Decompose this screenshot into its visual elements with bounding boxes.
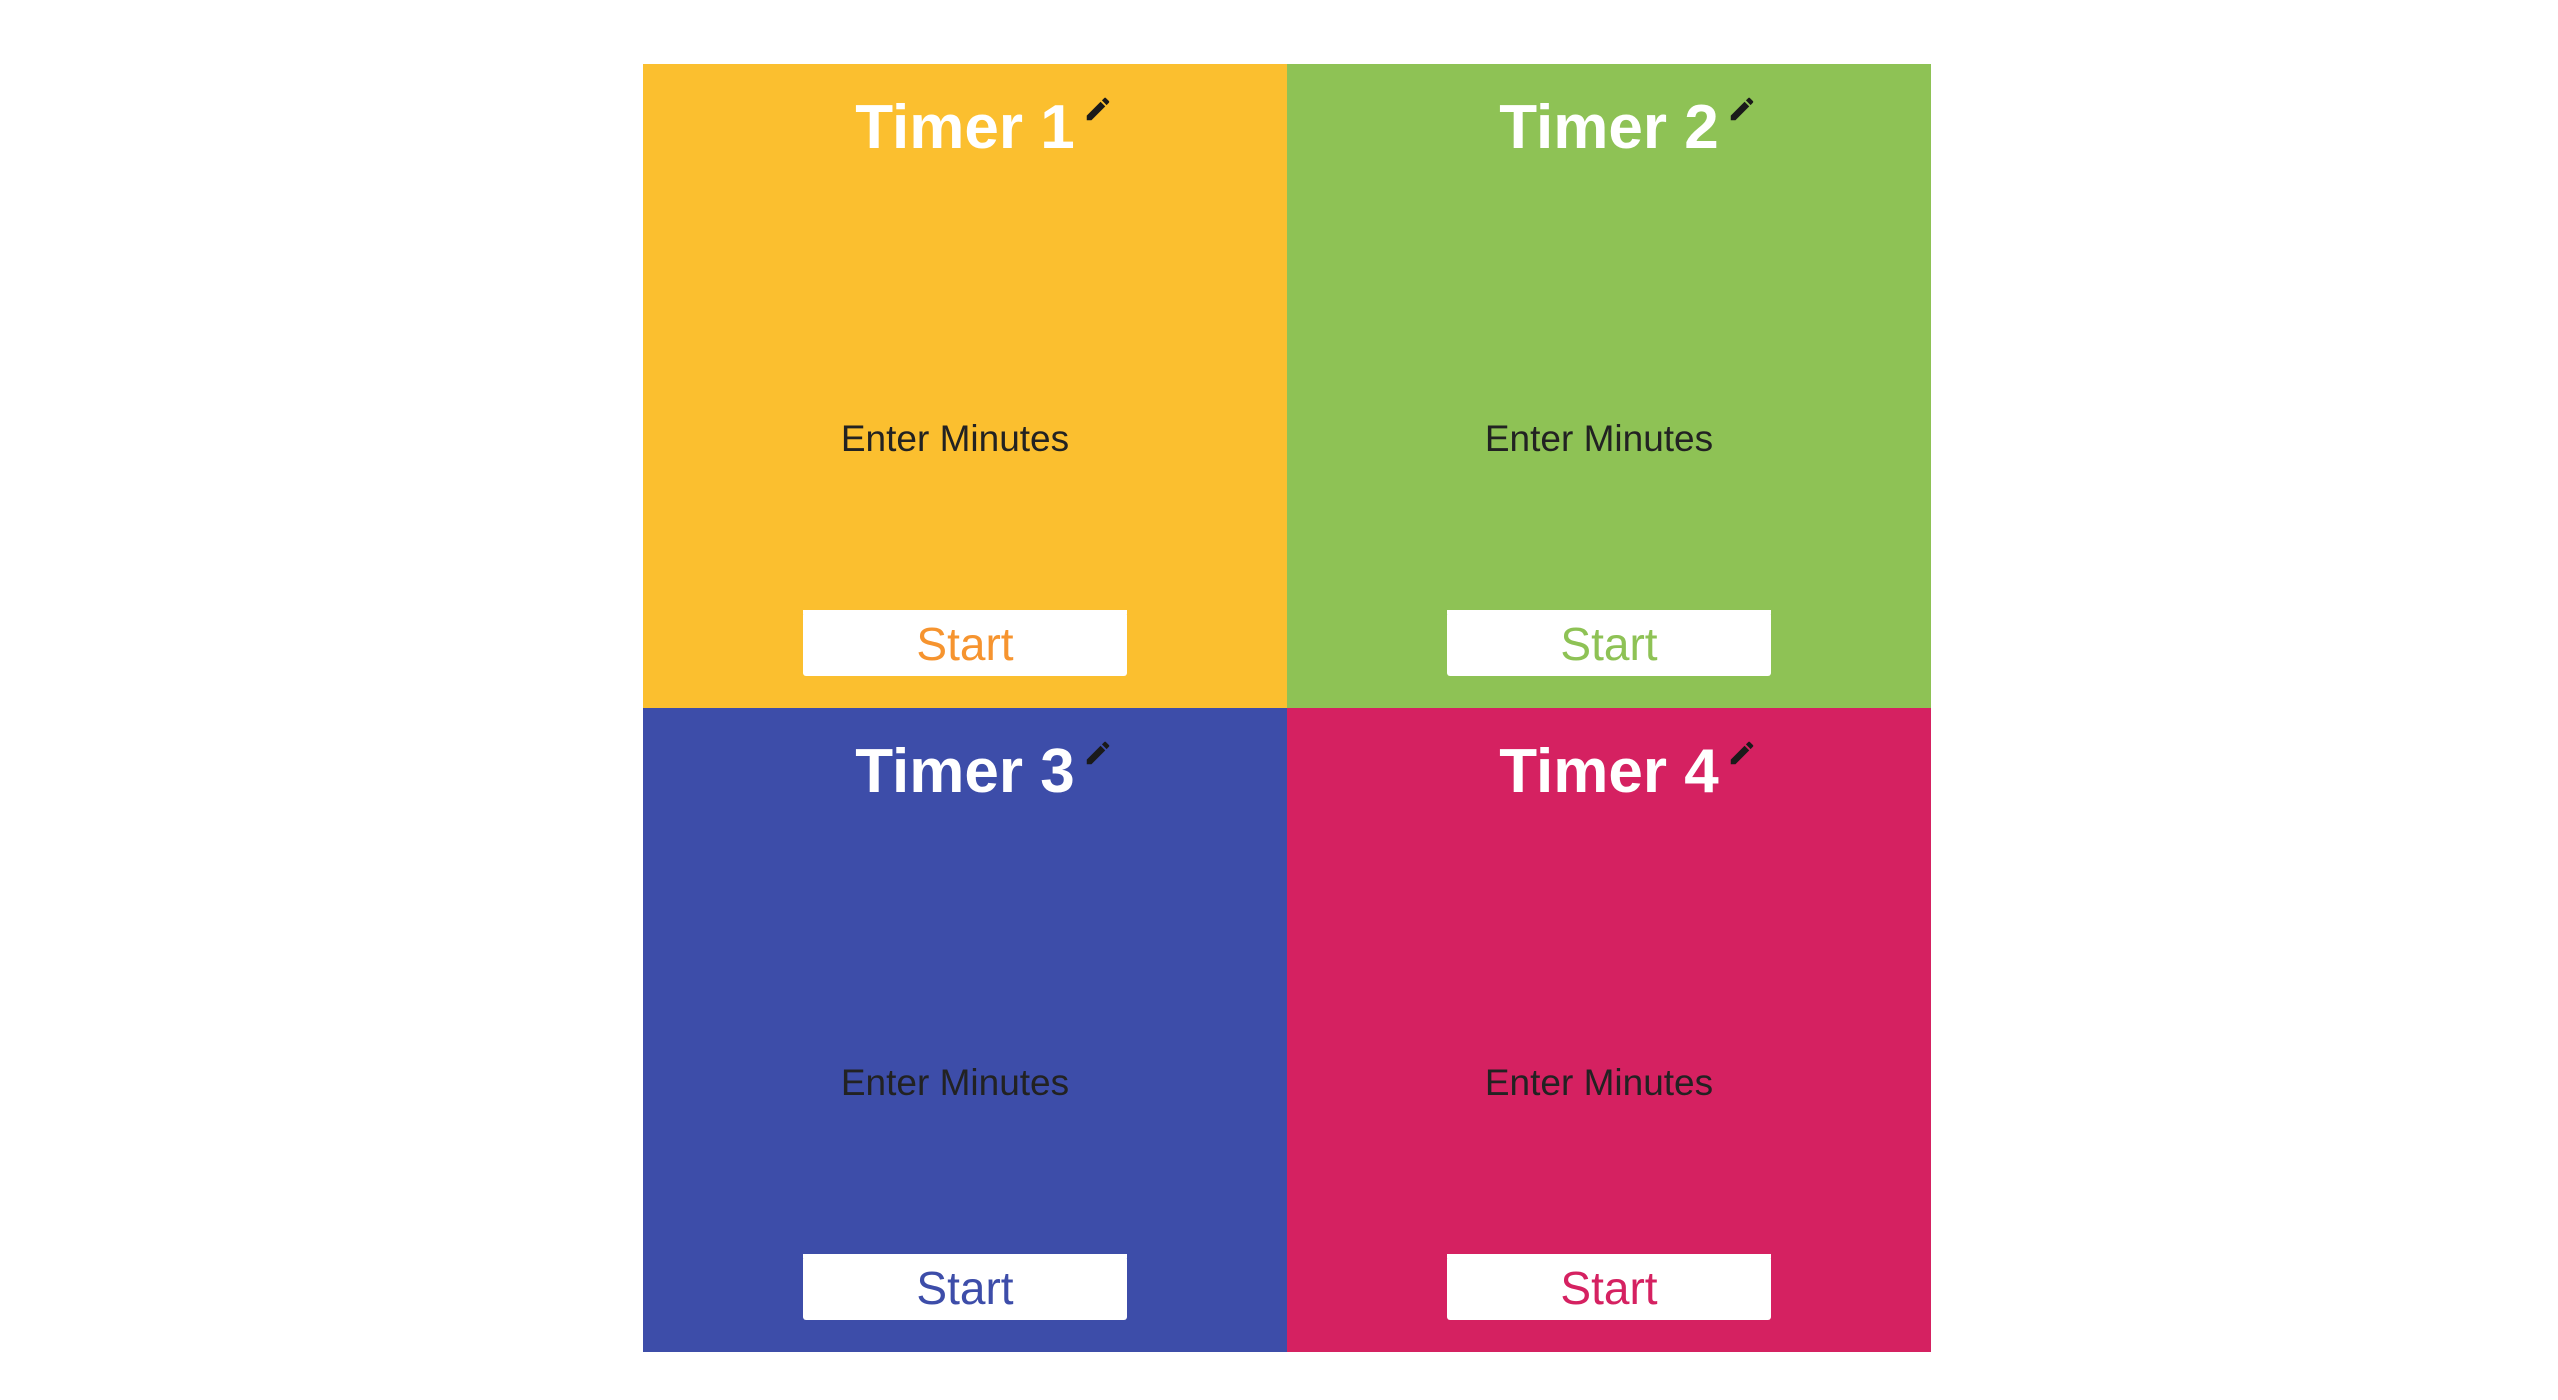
timer-title: Timer 2 [1499,93,1719,162]
timer-title-row: Timer 2 [1287,90,1931,166]
enter-minutes-label: Enter Minutes [840,1062,1070,1103]
timer-panel-4: Timer 4 Enter Minutes Start [1287,708,1931,1352]
timer-panel-2: Timer 2 Enter Minutes Start [1287,64,1931,708]
enter-minutes-label: Enter Minutes [840,418,1070,459]
timer-title: Timer 1 [855,93,1075,162]
start-button[interactable]: Start [1447,612,1771,676]
pencil-icon[interactable] [1083,738,1113,768]
start-button[interactable]: Start [803,612,1127,676]
pencil-icon[interactable] [1083,94,1113,124]
minutes-input[interactable] [803,1198,1127,1258]
pencil-icon[interactable] [1727,94,1757,124]
timer-grid: Timer 1 Enter Minutes Start Timer 2 Ente… [643,64,1931,1352]
start-button[interactable]: Start [1447,1256,1771,1320]
start-button[interactable]: Start [803,1256,1127,1320]
minutes-input[interactable] [803,554,1127,614]
enter-minutes-label: Enter Minutes [1484,1062,1714,1103]
timer-title-row: Timer 1 [643,90,1287,166]
timer-title-row: Timer 4 [1287,734,1931,810]
timer-panel-3: Timer 3 Enter Minutes Start [643,708,1287,1352]
timer-title: Timer 4 [1499,737,1719,806]
minutes-input[interactable] [1447,1198,1771,1258]
timer-title-row: Timer 3 [643,734,1287,810]
minutes-input[interactable] [1447,554,1771,614]
timer-panel-1: Timer 1 Enter Minutes Start [643,64,1287,708]
enter-minutes-label: Enter Minutes [1484,418,1714,459]
timer-title: Timer 3 [855,737,1075,806]
pencil-icon[interactable] [1727,738,1757,768]
